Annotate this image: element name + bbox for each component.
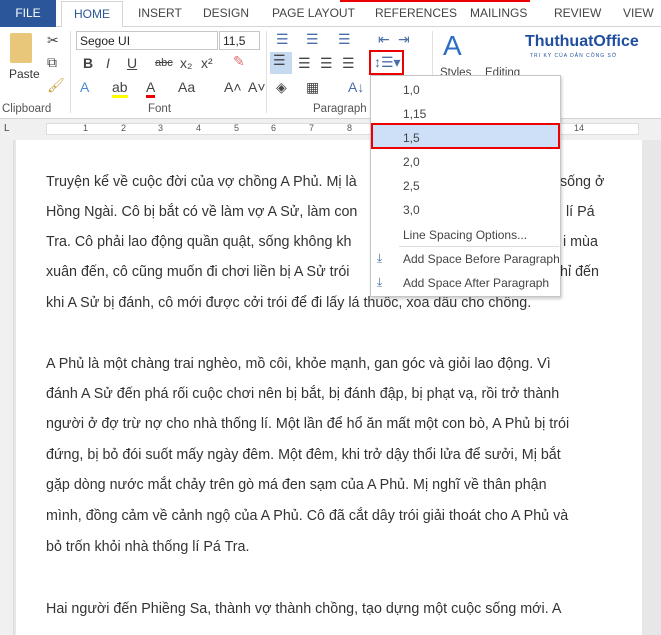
font-name-select[interactable]: Segoe UI (76, 31, 218, 50)
document-line-fragment: i mùa (563, 234, 598, 250)
ruler-mark: 4 (196, 123, 202, 133)
multilevel-list-icon[interactable]: ☰ (338, 31, 351, 47)
line-spacing-option[interactable]: 2,0 (403, 155, 420, 169)
grow-font-icon[interactable]: A˄ (224, 79, 242, 95)
line-spacing-option[interactable]: 3,0 (403, 203, 420, 217)
underline-icon[interactable]: U (127, 55, 137, 71)
group-font: Font (148, 103, 172, 115)
decrease-indent-icon[interactable]: ⇤ (378, 31, 390, 47)
tab-page-layout[interactable]: PAGE LAYOUT (272, 6, 355, 20)
document-line: Hồng Ngài. Cô bị bắt có về làm vợ A Sử, … (46, 204, 358, 220)
selected-item-box (371, 123, 560, 149)
shrink-font-icon[interactable]: A˅ (248, 79, 266, 95)
add-space-before[interactable]: Add Space Before Paragraph (403, 252, 560, 266)
shading-icon[interactable]: ◈ (276, 79, 287, 95)
ruler-mark: 14 (574, 123, 585, 133)
document-line-fragment: hỉ đến (560, 264, 599, 280)
paste-icon[interactable] (10, 33, 32, 63)
highlight-color-icon[interactable]: ab (112, 79, 128, 98)
document-line: người ở đợ trừ nợ cho nhà thống lí. Một … (46, 416, 570, 432)
copy-icon[interactable]: ⧉ (47, 54, 57, 70)
ruler-mark: 3 (158, 123, 164, 133)
group-clipboard: Clipboard (2, 103, 52, 115)
justify-icon[interactable]: ☰ (342, 55, 355, 71)
space-after-icon: ⤓ (377, 275, 383, 289)
strikethrough-icon[interactable]: abc (155, 55, 173, 71)
font-color-icon[interactable]: A (146, 79, 156, 98)
line-spacing-option[interactable]: 2,5 (403, 179, 420, 193)
ribbon: Paste ✂ ⧉ 🖌 Clipboard Segoe UI 11,5 B I … (0, 27, 661, 119)
ruler-mark: 6 (271, 123, 277, 133)
add-space-after[interactable]: Add Space After Paragraph (403, 276, 549, 290)
font-size-select[interactable]: 11,5 (219, 31, 260, 50)
clear-formatting-icon[interactable]: ✎ (233, 53, 245, 69)
menu-separator (399, 246, 559, 247)
tab-insert[interactable]: INSERT (138, 6, 182, 20)
document-line-fragment: sống ở (560, 174, 605, 190)
styles-icon[interactable]: A (443, 31, 462, 61)
document-line: Hai người đến Phiềng Sa, thành vợ thành … (46, 601, 562, 617)
format-painter-icon[interactable]: 🖌 (47, 77, 65, 93)
document-line: mình, đồng cảm về cảnh ngộ của A Phủ. Cô… (46, 508, 569, 524)
group-paragraph: Paragraph (313, 103, 367, 115)
increase-indent-icon[interactable]: ⇥ (398, 31, 410, 47)
tab-mailings[interactable]: MAILINGS (470, 6, 527, 20)
logo-tagline: TRI KỲ CỦA DÂN CÔNG SỞ (530, 53, 618, 59)
ruler-mark: 5 (234, 123, 240, 133)
bold-icon[interactable]: B (83, 55, 93, 71)
italic-icon[interactable]: I (106, 55, 110, 71)
align-right-icon[interactable]: ☰ (320, 55, 333, 71)
tab-references[interactable]: REFERENCES (375, 6, 457, 20)
tab-review[interactable]: REVIEW (554, 6, 601, 20)
logo: ThuthuatOffice (525, 33, 639, 50)
document-line: khi A Sử bị đánh, cô mới được cởi trói đ… (46, 295, 532, 311)
divider (266, 31, 267, 113)
align-left-icon[interactable]: ☰ (270, 52, 292, 74)
line-spacing-menu: 1,0 1,15 1,5 2,0 2,5 3,0 Line Spacing Options… (370, 75, 561, 297)
tab-design[interactable]: DESIGN (203, 6, 249, 20)
document-line: bỏ trốn khỏi nhà thống lí Pá Tra. (46, 539, 250, 555)
ruler-mark: 7 (309, 123, 315, 133)
document-line: gặp dòng nước mắt chảy trên gò má đen sạ… (46, 477, 547, 493)
vertical-ruler (0, 140, 14, 635)
superscript-icon[interactable]: x² (201, 55, 213, 71)
document-line: đứng, bị bỏ đói suốt mấy ngày đêm. Một đ… (46, 447, 561, 463)
ruler-mark: 1 (83, 123, 89, 133)
bullets-icon[interactable]: ☰ (276, 31, 289, 47)
tab-selector[interactable]: L (4, 123, 10, 134)
text-effects-icon[interactable]: A (80, 79, 89, 95)
line-spacing-option[interactable]: 1,15 (403, 107, 426, 121)
ruler-mark: 2 (121, 123, 127, 133)
document-line-fragment: lí Pá (566, 204, 595, 220)
line-spacing-button[interactable] (369, 50, 404, 75)
numbering-icon[interactable]: ☰ (306, 31, 319, 47)
tab-home[interactable]: HOME (61, 1, 123, 28)
align-center-icon[interactable]: ☰ (298, 55, 311, 71)
divider (70, 31, 71, 113)
subscript-icon[interactable]: x₂ (180, 55, 192, 71)
change-case-icon[interactable]: Aa (178, 79, 195, 95)
document-line: xuân đến, cô cũng muốn đi chơi liền bị A… (46, 264, 350, 280)
line-spacing-options[interactable]: Line Spacing Options... (403, 228, 527, 242)
line-spacing-option[interactable]: 1,5 (403, 131, 420, 145)
document-line: đánh A Sử đến phá rối cuộc chơi nên bị b… (46, 386, 560, 402)
document-line: Truyện kể về cuộc đời của vợ chồng A Phủ… (46, 174, 357, 190)
sort-icon[interactable]: A↓ (348, 79, 364, 95)
document-line: Tra. Cô phải lao động quần quật, sống kh… (46, 234, 352, 250)
highlight-line (340, 0, 530, 2)
ribbon-tabs: FILE HOME INSERT DESIGN PAGE LAYOUT REFE… (0, 0, 661, 28)
ruler-mark: 8 (347, 123, 353, 133)
paste-button[interactable]: Paste (9, 67, 40, 81)
tab-view[interactable]: VIEW (623, 6, 654, 20)
cut-icon[interactable]: ✂ (47, 32, 59, 48)
line-spacing-option[interactable]: 1,0 (403, 83, 420, 97)
space-before-icon: ⤓ (377, 251, 383, 265)
tab-file[interactable]: FILE (0, 0, 56, 27)
document-line: A Phủ là một chàng trai nghèo, mồ côi, k… (46, 356, 551, 372)
borders-icon[interactable]: ▦ (306, 79, 319, 95)
